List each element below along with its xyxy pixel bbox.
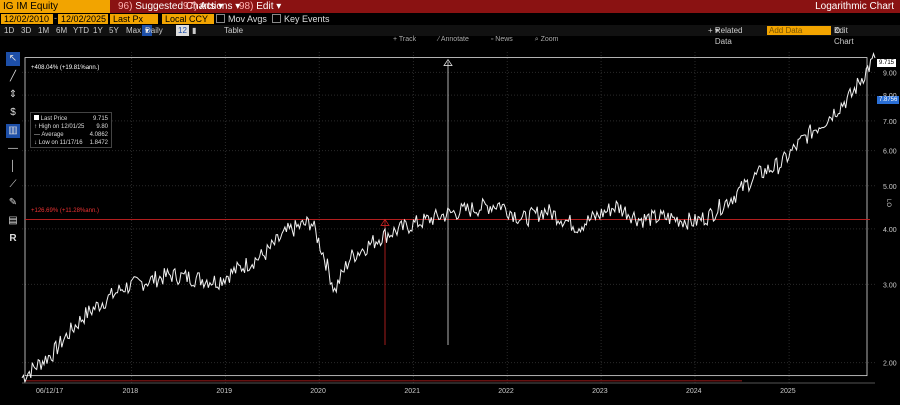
y-tick-label: 7.00 <box>883 119 897 126</box>
marker-price-tag: 7.8756 <box>877 96 900 104</box>
legend-row-last: Last Price 9.715 <box>34 115 108 123</box>
high-value: 9.80 <box>96 124 108 130</box>
x-tick-label: 2018 <box>123 388 139 395</box>
y-tick-label: 9.00 <box>883 70 897 77</box>
y-tick-label: 5.00 <box>883 184 897 191</box>
average-label: Average <box>41 132 64 138</box>
top-return-annotation: +408.04% (+19.81%ann.) <box>31 65 100 71</box>
y-tick-label: 3.00 <box>883 282 897 289</box>
last-price-value: 9.715 <box>92 116 108 122</box>
high-label: High on 12/01/25 <box>38 124 85 130</box>
y-tick-label: 4.00 <box>883 227 897 234</box>
axis-ticks: 9.008.007.006.005.004.003.002.0020182019… <box>22 70 897 395</box>
lo-label: LO <box>885 198 892 208</box>
x-tick-label: 2022 <box>498 388 514 395</box>
legend-row-high: ↑ High on 12/01/25 9.80 <box>34 124 108 130</box>
mid-return-annotation: +126.69% (+11.28%ann.) <box>31 208 99 214</box>
x-start-label: 06/12/17 <box>36 388 63 395</box>
legend-row-average: — Average 4.0862 <box>34 132 108 138</box>
x-tick-label: 2019 <box>216 388 232 395</box>
bottom-strip <box>0 398 900 405</box>
reference-lines <box>24 57 870 382</box>
y-tick-label: 2.00 <box>883 361 897 368</box>
low-label: Low on 11/17/16 <box>38 140 83 146</box>
grid <box>22 52 875 383</box>
x-tick-label: 2024 <box>686 388 702 395</box>
last-price-label: Last Price <box>40 116 68 122</box>
legend-row-low: ↓ Low on 11/17/16 1.8472 <box>34 140 108 146</box>
average-value: 4.0862 <box>89 132 108 138</box>
price-line <box>21 51 876 384</box>
price-legend: Last Price 9.715 ↑ High on 12/01/25 9.80 —… <box>30 112 112 148</box>
last-price-tag: 9.715 <box>877 59 897 67</box>
x-tick-label: 2020 <box>310 388 326 395</box>
x-tick-label: 2023 <box>592 388 608 395</box>
x-tick-label: 2025 <box>780 388 796 395</box>
low-value: 1.8472 <box>89 140 108 146</box>
price-chart[interactable]: 9.008.007.006.005.004.003.002.0020182019… <box>0 0 900 405</box>
x-tick-label: 2021 <box>404 388 420 395</box>
y-tick-label: 6.00 <box>883 149 897 156</box>
